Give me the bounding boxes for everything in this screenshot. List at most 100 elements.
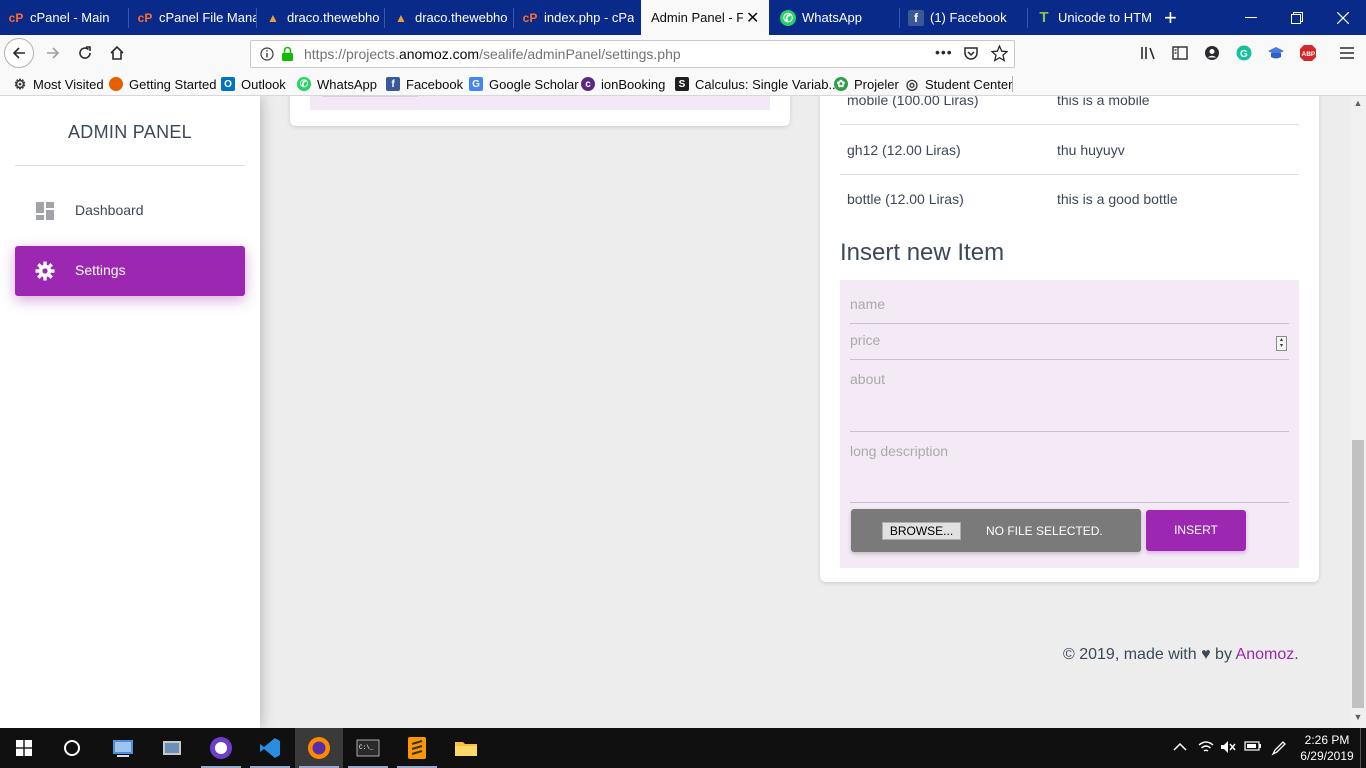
- search-button[interactable]: [48, 728, 96, 768]
- close-tab-icon[interactable]: ✕: [746, 8, 759, 28]
- tray-expand-icon[interactable]: [1173, 740, 1187, 755]
- taskbar-github-app[interactable]: [197, 728, 245, 768]
- menu-button[interactable]: [1332, 38, 1362, 68]
- forward-button[interactable]: [38, 38, 68, 68]
- bookmark-facebook[interactable]: f Facebook: [386, 75, 463, 93]
- start-button[interactable]: [0, 728, 48, 768]
- new-tab-button[interactable]: +: [1158, 0, 1188, 35]
- tab-cpanel-main[interactable]: cP cPanel - Main: [0, 0, 128, 35]
- scrollbar-thumb[interactable]: [1352, 440, 1364, 708]
- bookmark-star-icon[interactable]: [990, 44, 1009, 65]
- sidebar-item-dashboard[interactable]: Dashboard: [15, 186, 245, 236]
- tab-cpanel-file-manager[interactable]: cP cPanel File Mana: [129, 0, 256, 35]
- taskbar-sublime-app[interactable]: [393, 728, 441, 768]
- tab-index-php[interactable]: cP index.php - cPa: [514, 0, 641, 35]
- bookmark-calculus[interactable]: S Calculus: Single Variab...: [675, 75, 839, 93]
- extension-button[interactable]: [1261, 38, 1291, 68]
- tab-draco-2[interactable]: ▲ draco.thewebho: [385, 0, 513, 35]
- show-desktop-button[interactable]: [1360, 728, 1366, 768]
- tab-label: (1) Facebook: [930, 10, 1007, 25]
- info-icon[interactable]: [260, 47, 274, 64]
- battery-icon[interactable]: [1244, 740, 1262, 755]
- hamburger-menu-icon: [1340, 47, 1354, 59]
- bookmark-getting-started[interactable]: Getting Started: [109, 75, 216, 93]
- footer-period: .: [1294, 646, 1299, 663]
- outlook-icon: O: [221, 77, 235, 91]
- price-input[interactable]: price ▴ ▾: [850, 324, 1289, 360]
- brand-title[interactable]: ADMIN PANEL: [0, 122, 260, 143]
- tab-unicode[interactable]: T Unicode to HTM: [1028, 0, 1155, 35]
- page-actions-icon[interactable]: •••: [935, 44, 953, 60]
- taskbar-firefox-app[interactable]: [295, 728, 343, 768]
- bookmark-label: Projeler: [854, 76, 899, 92]
- taskbar-vscode-app[interactable]: [246, 728, 294, 768]
- vertical-scrollbar[interactable]: ▲ ▼: [1350, 96, 1366, 728]
- bookmark-whatsapp[interactable]: ✆ WhatsApp: [297, 75, 377, 93]
- tab-label: WhatsApp: [802, 10, 862, 25]
- library-button[interactable]: [1134, 38, 1164, 68]
- restore-button[interactable]: [1274, 0, 1320, 35]
- grammarly-button[interactable]: G: [1229, 38, 1259, 68]
- bookmark-student-center[interactable]: ◎ Student Center: [905, 75, 1013, 93]
- system-clock[interactable]: 2:26 PM 6/29/2019: [1295, 732, 1359, 764]
- table-row: bottle (12.00 Liras) this is a good bott…: [840, 175, 1299, 224]
- insert-item-form: name price ▴ ▾ about long description BRO…: [840, 280, 1299, 568]
- item-name-cell: gh12 (12.00 Liras): [847, 142, 961, 158]
- pocket-icon[interactable]: [963, 46, 979, 65]
- scroll-down-arrow-icon[interactable]: ▼: [1350, 712, 1366, 726]
- lock-icon[interactable]: [281, 46, 294, 65]
- triangle-logo-icon: ▲: [395, 10, 407, 25]
- sidebar-item-settings[interactable]: Settings: [15, 246, 245, 296]
- price-placeholder: price: [850, 332, 881, 348]
- heart-icon: ♥: [1201, 646, 1211, 663]
- name-input[interactable]: name: [850, 280, 1289, 324]
- scroll-up-arrow-icon[interactable]: ▲: [1350, 98, 1366, 112]
- image-viewer-icon: [163, 741, 181, 755]
- browse-button[interactable]: BROWSE...: [882, 522, 961, 540]
- tab-whatsapp[interactable]: ✆ WhatsApp: [772, 0, 899, 35]
- item-about-cell: this is a mobile: [1057, 96, 1150, 108]
- footer-by: by: [1215, 646, 1232, 663]
- about-textarea[interactable]: about: [850, 360, 1289, 432]
- taskbar-file-app[interactable]: [99, 728, 147, 768]
- clock-time: 2:26 PM: [1304, 733, 1350, 747]
- taskbar-terminal-app[interactable]: C:\_: [344, 728, 392, 768]
- adblock-icon: ABP: [1300, 45, 1316, 61]
- close-window-button[interactable]: [1320, 0, 1366, 35]
- anomoz-link[interactable]: Anomoz: [1236, 646, 1295, 663]
- left-card-button-edge[interactable]: [322, 96, 418, 97]
- terminal-icon: C:\_: [356, 739, 380, 757]
- volume-muted-icon[interactable]: [1220, 740, 1236, 757]
- minimize-button[interactable]: [1228, 0, 1274, 35]
- account-button[interactable]: [1197, 38, 1227, 68]
- bookmark-google-scholar[interactable]: G Google Scholar: [469, 75, 579, 93]
- long-description-textarea[interactable]: long description: [850, 432, 1289, 503]
- firefox-icon: [308, 737, 330, 759]
- back-button[interactable]: [4, 38, 34, 68]
- sidebar-toggle-button[interactable]: [1165, 38, 1195, 68]
- tab-admin-panel[interactable]: Admin Panel - Fil ✕: [641, 0, 769, 35]
- price-stepper[interactable]: ▴ ▾: [1276, 336, 1287, 351]
- pen-icon[interactable]: [1271, 740, 1287, 759]
- address-bar[interactable]: https://projects.anomoz.com/sealife/admi…: [250, 40, 1015, 68]
- bookmark-most-visited[interactable]: ⚙ Most Visited: [13, 75, 104, 93]
- insert-button[interactable]: INSERT: [1146, 510, 1246, 551]
- home-button[interactable]: [102, 38, 132, 68]
- reload-button[interactable]: [70, 38, 100, 68]
- account-icon: [1205, 46, 1219, 60]
- url-text[interactable]: https://projects.anomoz.com/sealife/admi…: [304, 46, 681, 62]
- minimize-icon: [1245, 16, 1257, 18]
- bookmark-projeler[interactable]: ✿ Projeler: [834, 75, 899, 93]
- taskbar-explorer-app[interactable]: [442, 728, 490, 768]
- bookmark-outlook[interactable]: O Outlook: [221, 75, 286, 93]
- tab-label: draco.thewebho: [287, 10, 380, 25]
- wifi-icon[interactable]: [1198, 740, 1214, 757]
- brand-divider: [15, 165, 245, 166]
- tab-draco-1[interactable]: ▲ draco.thewebho: [257, 0, 384, 35]
- taskbar-photos-app[interactable]: [148, 728, 196, 768]
- file-upload[interactable]: BROWSE... NO FILE SELECTED.: [851, 509, 1141, 552]
- adblock-button[interactable]: ABP: [1293, 38, 1323, 68]
- bookmark-ionbooking[interactable]: c ionBooking: [581, 75, 665, 93]
- item-about-cell: thu huyuyv: [1057, 142, 1125, 158]
- tab-facebook[interactable]: f (1) Facebook: [900, 0, 1027, 35]
